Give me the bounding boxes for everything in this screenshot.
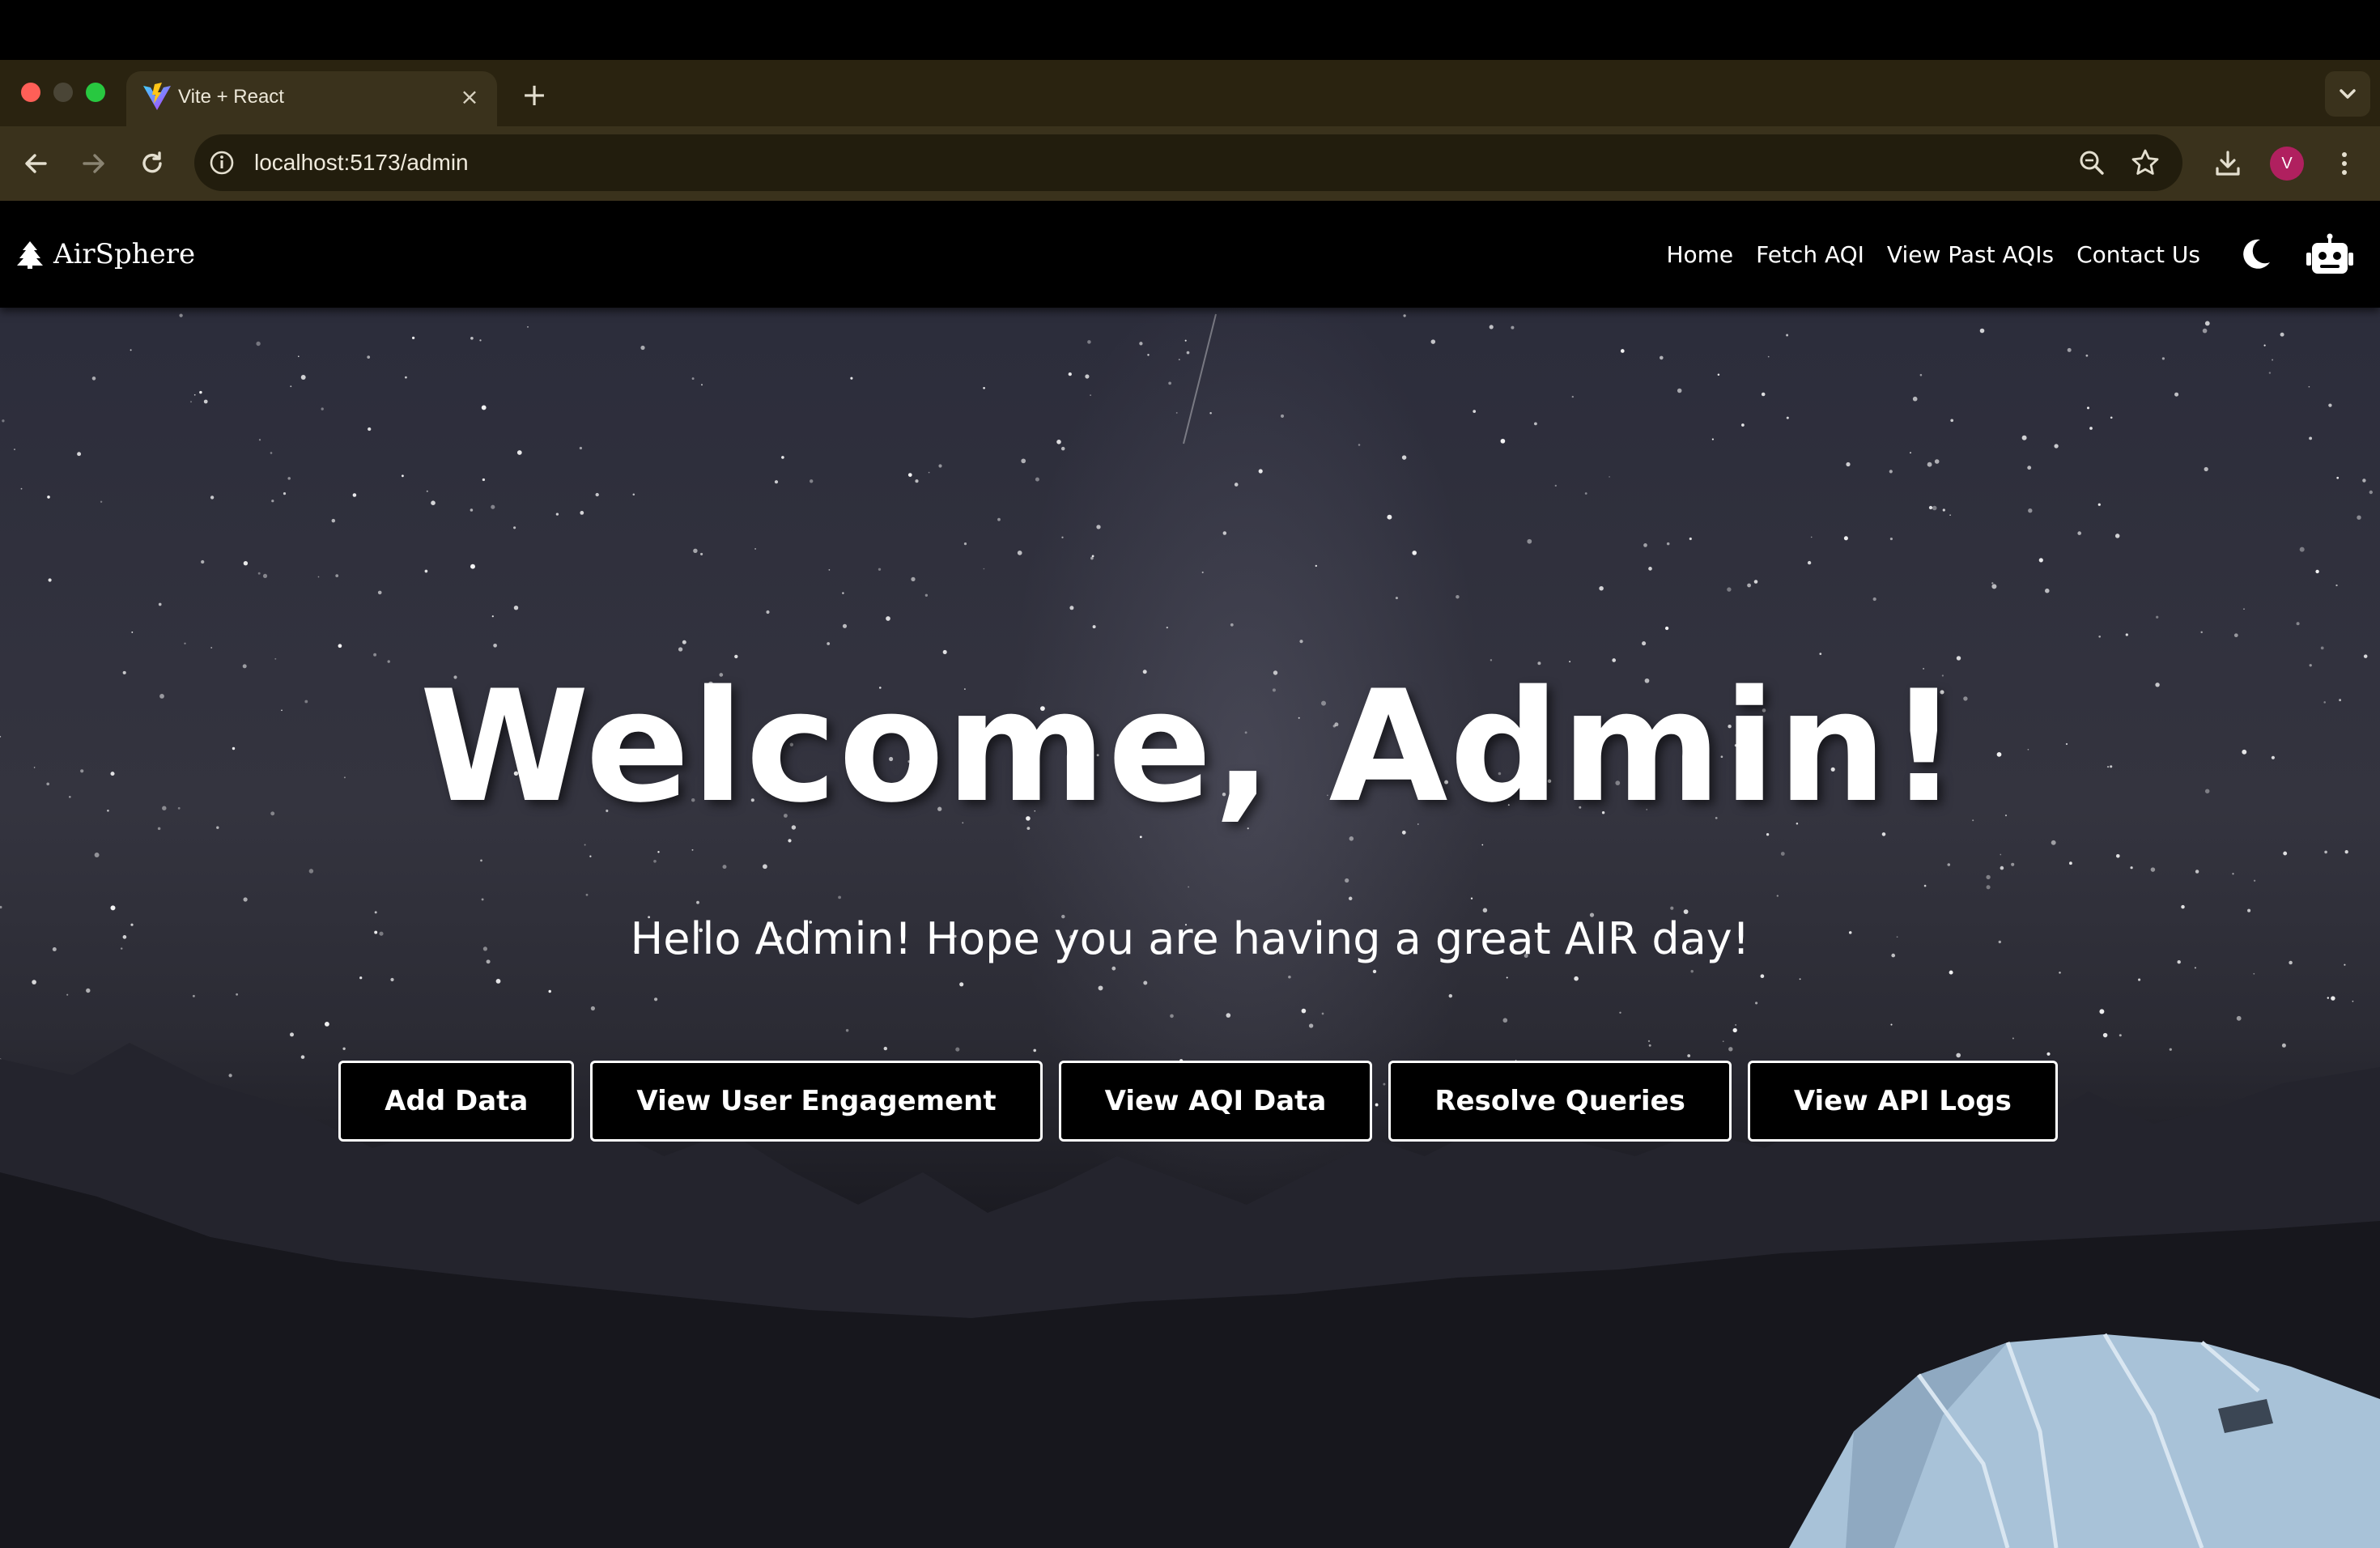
- url-text[interactable]: localhost:5173/admin: [254, 145, 469, 181]
- nav-link-view-past-aqis[interactable]: View Past AQIs: [1887, 241, 2054, 268]
- admin-actions: Add Data View User Engagement View AQI D…: [0, 1061, 2380, 1142]
- browser-tab-active[interactable]: Vite + React ×: [126, 71, 497, 126]
- vite-favicon-icon: [143, 83, 171, 110]
- nav-links: Home Fetch AQI View Past AQIs Contact Us: [1643, 233, 2200, 275]
- reload-icon: [142, 151, 162, 173]
- hero-title: Welcome, Admin!: [419, 657, 1961, 836]
- nav-link-contact-us[interactable]: Contact Us: [2076, 241, 2200, 268]
- view-api-logs-button[interactable]: View API Logs: [1747, 1061, 2058, 1142]
- reload-button[interactable]: [131, 142, 173, 185]
- tab-title: Vite + React: [178, 86, 284, 108]
- moon-icon[interactable]: [2236, 235, 2275, 274]
- tab-close-icon[interactable]: ×: [453, 81, 486, 113]
- hero-subtitle: Hello Admin! Hope you are having a great…: [630, 913, 1750, 964]
- nav-link-fetch-aqi[interactable]: Fetch AQI: [1756, 241, 1864, 268]
- browser-menu-button[interactable]: [2323, 142, 2365, 185]
- view-aqi-data-button[interactable]: View AQI Data: [1058, 1061, 1373, 1142]
- address-bar[interactable]: localhost:5173/admin: [194, 134, 2182, 191]
- window-close-button[interactable]: [21, 83, 40, 102]
- mountain-silhouette: [0, 1043, 2380, 1548]
- tree-icon: [17, 241, 43, 269]
- nav-link-home[interactable]: Home: [1666, 241, 1733, 268]
- kebab-menu-icon: [2342, 152, 2347, 175]
- site-info-icon[interactable]: [207, 148, 236, 177]
- forward-button[interactable]: [73, 142, 115, 185]
- window-maximize-button[interactable]: [86, 83, 105, 102]
- zoom-icon[interactable]: [2076, 147, 2108, 179]
- back-arrow-icon: [25, 154, 47, 173]
- robot-icon[interactable]: [2306, 233, 2354, 277]
- tab-search-chevron-icon: [2340, 89, 2356, 99]
- site-navbar: AirSphere Home Fetch AQI View Past AQIs …: [0, 201, 2380, 308]
- add-data-button[interactable]: Add Data: [338, 1061, 575, 1142]
- new-tab-button[interactable]: +: [515, 76, 554, 115]
- downloads-button[interactable]: [2207, 142, 2249, 185]
- bookmark-star-icon[interactable]: [2129, 147, 2161, 179]
- page-viewport: AirSphere Home Fetch AQI View Past AQIs …: [0, 201, 2380, 1548]
- profile-avatar[interactable]: V: [2270, 147, 2304, 181]
- tab-search-button[interactable]: [2325, 71, 2370, 117]
- forward-arrow-icon: [83, 154, 104, 173]
- os-menu-bar: [0, 0, 2380, 60]
- brand-logo[interactable]: AirSphere: [16, 233, 195, 275]
- brand-name: AirSphere: [53, 238, 196, 270]
- window-minimize-button[interactable]: [53, 83, 73, 102]
- resolve-queries-button[interactable]: Resolve Queries: [1388, 1061, 1732, 1142]
- view-user-engagement-button[interactable]: View User Engagement: [590, 1061, 1043, 1142]
- back-button[interactable]: [15, 142, 57, 185]
- download-icon: [2216, 151, 2240, 176]
